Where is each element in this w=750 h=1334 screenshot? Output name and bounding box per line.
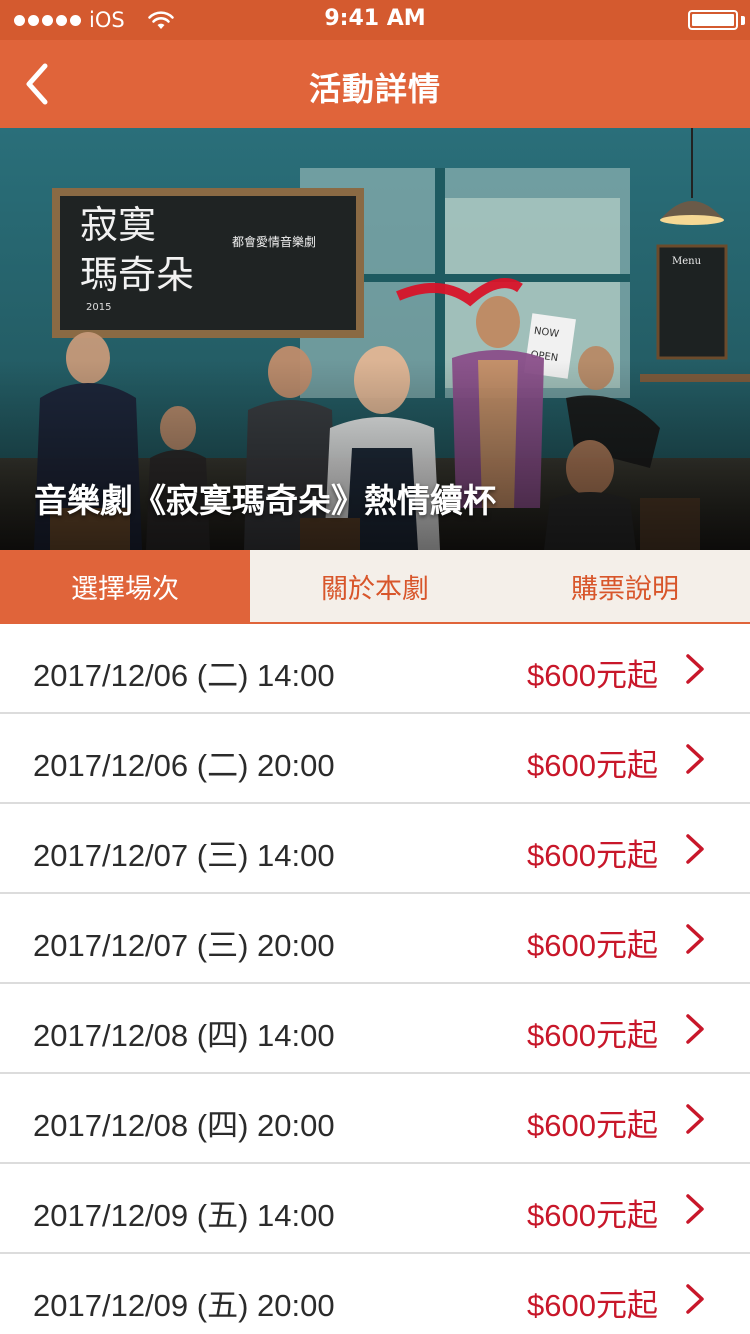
tab-about-show[interactable]: 關於本劇	[250, 550, 500, 622]
session-date: 2017/12/08 (四) 20:00	[33, 1108, 335, 1143]
session-row[interactable]: 2017/12/07 (三) 20:00 $600元起	[0, 894, 750, 984]
tab-ticket-info[interactable]: 購票說明	[500, 550, 750, 622]
status-time: 9:41 AM	[324, 6, 426, 31]
tab-select-session[interactable]: 選擇場次	[0, 550, 250, 622]
session-row[interactable]: 2017/12/09 (五) 20:00 $600元起	[0, 1254, 750, 1334]
session-price: $600元起	[527, 1108, 658, 1143]
chevron-right-icon	[686, 1104, 704, 1134]
session-list: 2017/12/06 (二) 14:00 $600元起 2017/12/06 (…	[0, 624, 750, 1334]
hero-banner[interactable]: 寂寞 瑪奇朵 都會愛情音樂劇 2015 Menu NOW OPEN	[0, 128, 750, 550]
session-price: $600元起	[527, 838, 658, 873]
session-row[interactable]: 2017/12/08 (四) 14:00 $600元起	[0, 984, 750, 1074]
session-row[interactable]: 2017/12/06 (二) 14:00 $600元起	[0, 624, 750, 714]
session-date: 2017/12/08 (四) 14:00	[33, 1018, 335, 1053]
session-price: $600元起	[527, 1018, 658, 1053]
page-title: 活動詳情	[308, 71, 441, 107]
session-price: $600元起	[527, 658, 658, 693]
session-row[interactable]: 2017/12/06 (二) 20:00 $600元起	[0, 714, 750, 804]
chevron-right-icon	[686, 1194, 704, 1224]
chevron-right-icon	[686, 744, 704, 774]
session-row[interactable]: 2017/12/09 (五) 14:00 $600元起	[0, 1164, 750, 1254]
navigation-bar: 活動詳情	[0, 40, 750, 128]
session-date: 2017/12/09 (五) 14:00	[33, 1198, 335, 1233]
session-date: 2017/12/07 (三) 14:00	[33, 838, 335, 873]
status-bar: iOS 9:41 AM	[0, 0, 750, 40]
chevron-right-icon	[686, 834, 704, 864]
tab-bar: 選擇場次 關於本劇 購票說明	[0, 550, 750, 624]
session-row[interactable]: 2017/12/07 (三) 14:00 $600元起	[0, 804, 750, 894]
session-date: 2017/12/06 (二) 14:00	[33, 658, 335, 693]
session-price: $600元起	[527, 1288, 658, 1323]
session-price: $600元起	[527, 928, 658, 963]
session-date: 2017/12/09 (五) 20:00	[33, 1288, 335, 1323]
session-row[interactable]: 2017/12/08 (四) 20:00 $600元起	[0, 1074, 750, 1164]
battery-cap	[741, 16, 745, 25]
chevron-right-icon	[686, 1284, 704, 1314]
chevron-right-icon	[686, 654, 704, 684]
session-date: 2017/12/07 (三) 20:00	[33, 928, 335, 963]
session-price: $600元起	[527, 748, 658, 783]
chevron-right-icon	[686, 924, 704, 954]
session-price: $600元起	[527, 1198, 658, 1233]
hero-caption: 音樂劇《寂寞瑪奇朵》熱情續杯	[34, 482, 496, 519]
battery-icon	[688, 10, 738, 30]
chevron-right-icon	[686, 1014, 704, 1044]
session-date: 2017/12/06 (二) 20:00	[33, 748, 335, 783]
